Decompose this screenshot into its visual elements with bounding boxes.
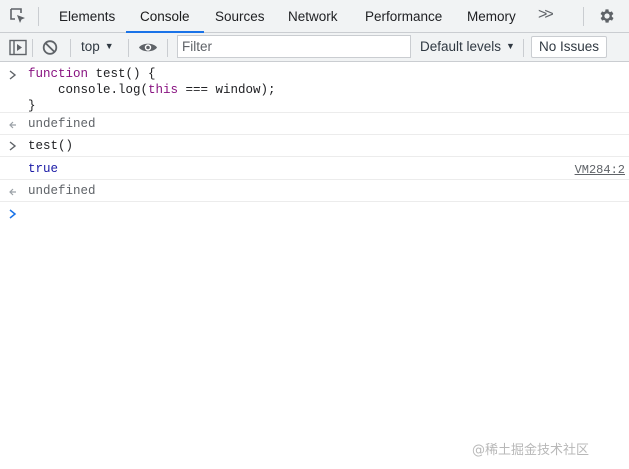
context-selector[interactable]: top ▼ bbox=[81, 39, 114, 54]
prompt-chevron-icon bbox=[9, 209, 17, 219]
tabbar-divider bbox=[38, 7, 39, 26]
eye-icon[interactable] bbox=[138, 39, 158, 56]
tab-sources[interactable]: Sources bbox=[215, 0, 265, 32]
result-arrow-icon bbox=[9, 121, 16, 129]
source-link[interactable]: VM284:2 bbox=[575, 162, 625, 178]
input-chevron-icon bbox=[9, 141, 17, 151]
input-chevron-icon bbox=[9, 70, 17, 80]
console-messages[interactable]: function test() { console.log(this === w… bbox=[0, 62, 629, 224]
watermark: @稀土掘金技术社区 bbox=[472, 443, 590, 458]
log-value: true bbox=[28, 162, 59, 176]
toolbar-divider bbox=[128, 39, 129, 57]
tab-network[interactable]: Network bbox=[288, 0, 338, 32]
console-prompt[interactable] bbox=[0, 202, 629, 224]
result-value: undefined bbox=[28, 117, 96, 131]
tabbar-divider bbox=[583, 7, 584, 26]
result-arrow-icon bbox=[9, 188, 16, 196]
caret-down-icon: ▼ bbox=[506, 41, 515, 51]
filter-input[interactable] bbox=[177, 35, 411, 58]
show-sidebar-icon[interactable] bbox=[9, 39, 27, 56]
inspect-element-icon[interactable] bbox=[9, 7, 27, 25]
tab-console[interactable]: Console bbox=[126, 0, 203, 33]
log-levels-label: Default levels bbox=[420, 39, 502, 54]
gear-icon[interactable] bbox=[598, 7, 616, 25]
code-block: function test() { console.log(this === w… bbox=[28, 67, 276, 113]
log-levels-dropdown[interactable]: Default levels ▼ bbox=[420, 39, 515, 54]
console-result-entry: undefined bbox=[0, 113, 629, 135]
tab-memory[interactable]: Memory bbox=[467, 0, 516, 32]
console-input-entry: test() bbox=[0, 135, 629, 157]
console-result-entry: undefined bbox=[0, 180, 629, 202]
console-toolbar: top ▼ Default levels ▼ No Issues bbox=[0, 33, 629, 62]
toolbar-divider bbox=[32, 39, 33, 57]
toolbar-divider bbox=[70, 39, 71, 57]
result-value: undefined bbox=[28, 184, 96, 198]
toolbar-divider bbox=[167, 39, 168, 57]
console-input-entry: function test() { console.log(this === w… bbox=[0, 62, 629, 113]
more-tabs-button[interactable]: >> bbox=[538, 6, 554, 24]
clear-console-icon[interactable] bbox=[41, 39, 59, 56]
devtools-tabbar: Elements Console Sources Network Perform… bbox=[0, 0, 629, 33]
caret-down-icon: ▼ bbox=[104, 41, 114, 51]
tab-elements[interactable]: Elements bbox=[59, 0, 115, 32]
tab-performance[interactable]: Performance bbox=[365, 0, 442, 32]
console-log-entry: true VM284:2 bbox=[0, 157, 629, 180]
input-code: test() bbox=[28, 139, 74, 153]
toolbar-divider bbox=[523, 39, 524, 57]
issues-button[interactable]: No Issues bbox=[531, 36, 607, 58]
context-label: top bbox=[81, 39, 100, 54]
